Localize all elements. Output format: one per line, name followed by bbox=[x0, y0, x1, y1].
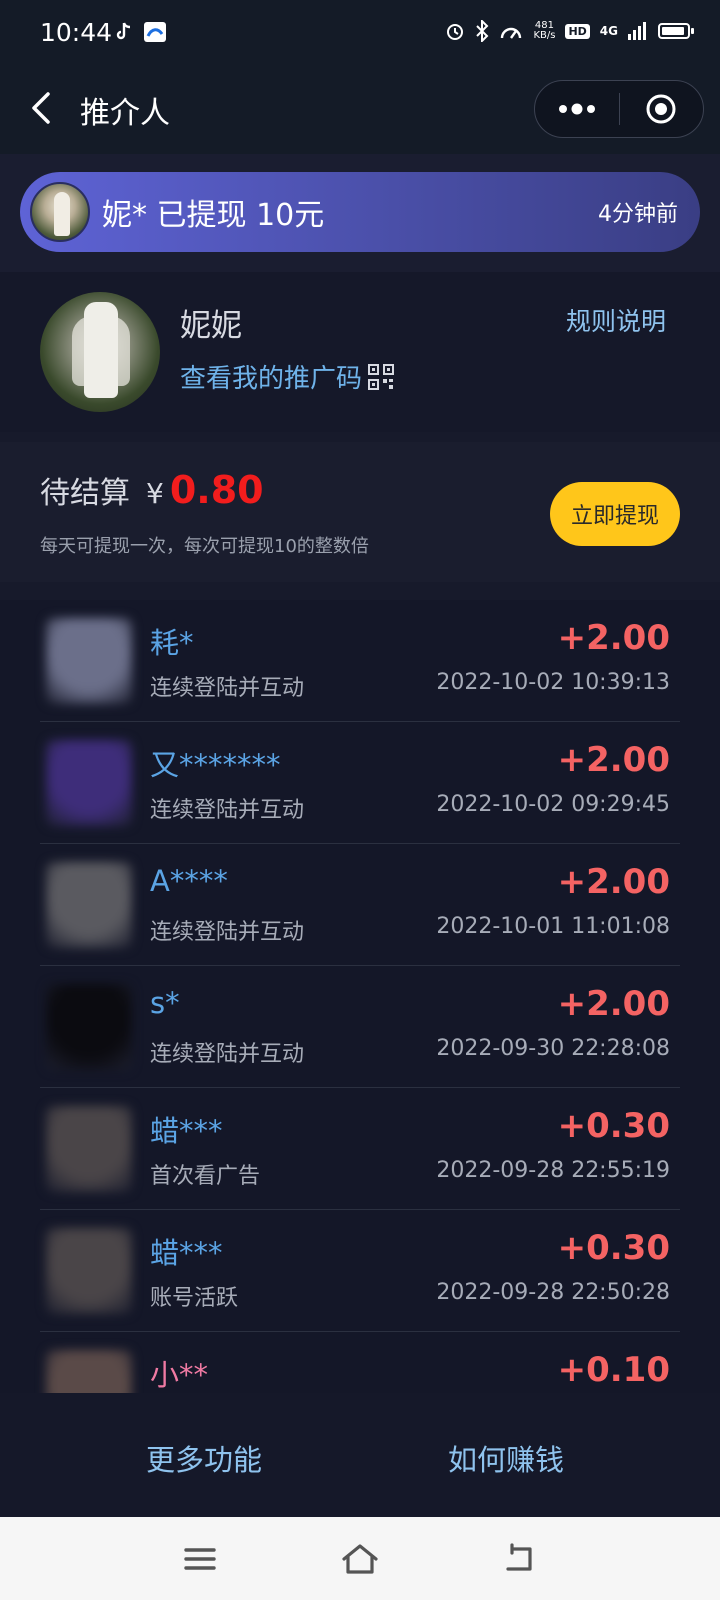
avatar bbox=[46, 1350, 132, 1393]
notice-avatar bbox=[30, 182, 90, 242]
record-amount: +2.00 bbox=[557, 862, 670, 902]
status-icons: 481 KB/s HD 4G bbox=[445, 20, 694, 42]
tiktok-icon bbox=[116, 22, 131, 40]
record-description: 连续登陆并互动 bbox=[150, 798, 305, 823]
record-user-name: 耗* bbox=[150, 626, 194, 660]
list-item[interactable]: 蜡*** 账号活跃 +0.30 2022-09-28 22:50:28 bbox=[40, 1210, 680, 1332]
net-speed: 481 KB/s bbox=[533, 20, 556, 41]
chevron-left-icon[interactable] bbox=[28, 90, 56, 126]
list-item[interactable]: 蜡*** 首次看广告 +0.30 2022-09-28 22:55:19 bbox=[40, 1088, 680, 1210]
bottom-links: 更多功能 如何赚钱 bbox=[0, 1393, 720, 1517]
profile-name: 妮妮 bbox=[180, 308, 242, 344]
record-time: 2022-10-02 09:29:45 bbox=[436, 792, 670, 817]
record-time: 2022-09-28 22:55:19 bbox=[436, 1158, 670, 1183]
earnings-list[interactable]: 耗* 连续登陆并互动 +2.00 2022-10-02 10:39:13 又******… bbox=[0, 600, 720, 1393]
status-time: 10:44 bbox=[40, 18, 113, 47]
rules-link[interactable]: 规则说明 bbox=[566, 302, 666, 338]
pending-balance: 待结算 ¥ 0.80 bbox=[40, 468, 264, 512]
record-time: 2022-10-01 11:01:08 bbox=[436, 914, 670, 939]
promo-link-label: 查看我的推广码 bbox=[180, 364, 363, 394]
notice-text: 妮* 已提现 10元 bbox=[102, 198, 325, 233]
list-item[interactable]: s* 连续登陆并互动 +2.00 2022-09-30 22:28:08 bbox=[40, 966, 680, 1088]
list-item[interactable]: 又******* 连续登陆并互动 +2.00 2022-10-02 09:29:45 bbox=[40, 722, 680, 844]
avatar bbox=[46, 862, 132, 948]
withdraw-notice-bar: 妮* 已提现 10元 4分钟前 bbox=[20, 172, 700, 252]
record-amount: +0.10 bbox=[557, 1350, 670, 1390]
close-mini-program-button[interactable] bbox=[620, 81, 704, 137]
record-time: 2022-10-02 10:39:13 bbox=[436, 670, 670, 695]
balance-label: 待结算 bbox=[40, 476, 130, 511]
record-amount: +0.30 bbox=[557, 1106, 670, 1146]
signal-icon bbox=[628, 22, 646, 40]
system-navigation-bar bbox=[0, 1517, 720, 1600]
withdraw-button[interactable]: 立即提现 bbox=[550, 482, 680, 546]
view-promo-code-link[interactable]: 查看我的推广码 bbox=[180, 358, 395, 395]
record-description: 连续登陆并互动 bbox=[150, 676, 305, 701]
list-item[interactable]: 耗* 连续登陆并互动 +2.00 2022-10-02 10:39:13 bbox=[40, 600, 680, 722]
home-icon[interactable] bbox=[340, 1541, 380, 1577]
list-item[interactable]: 小** +0.10 bbox=[40, 1332, 680, 1393]
qr-code-icon bbox=[368, 363, 395, 390]
list-item[interactable]: A**** 连续登陆并互动 +2.00 2022-10-01 11:01:08 bbox=[40, 844, 680, 966]
mini-program-capsule bbox=[534, 80, 704, 138]
more-features-link[interactable]: 更多功能 bbox=[146, 1437, 262, 1479]
menu-icon[interactable] bbox=[180, 1541, 220, 1577]
record-user-name: 又******* bbox=[150, 748, 281, 782]
bluetooth-icon bbox=[476, 20, 489, 42]
speed-gauge-icon bbox=[501, 27, 522, 39]
avatar bbox=[40, 292, 160, 412]
record-user-name: s* bbox=[150, 986, 180, 1020]
record-time: 2022-09-30 22:28:08 bbox=[436, 1036, 670, 1061]
record-user-name: 蜡*** bbox=[150, 1236, 223, 1270]
more-dots-icon bbox=[558, 103, 595, 115]
record-time: 2022-09-28 22:50:28 bbox=[436, 1280, 670, 1305]
how-to-earn-link[interactable]: 如何赚钱 bbox=[448, 1437, 564, 1479]
notice-section: 妮* 已提现 10元 4分钟前 bbox=[0, 154, 720, 272]
balance-card: 待结算 ¥ 0.80 每天可提现一次，每次可提现10的整数倍 立即提现 bbox=[0, 442, 720, 582]
withdraw-rule-note: 每天可提现一次，每次可提现10的整数倍 bbox=[40, 536, 369, 557]
record-user-name: 小** bbox=[150, 1358, 209, 1392]
avatar bbox=[46, 740, 132, 826]
record-amount: +2.00 bbox=[557, 740, 670, 780]
app-notification-icon bbox=[144, 22, 166, 42]
page-title: 推介人 bbox=[80, 96, 170, 131]
balance-amount: 0.80 bbox=[169, 468, 264, 512]
avatar bbox=[46, 1106, 132, 1192]
avatar bbox=[46, 1228, 132, 1314]
record-description: 账号活跃 bbox=[150, 1286, 239, 1311]
hd-badge: HD bbox=[565, 23, 590, 39]
record-description: 连续登陆并互动 bbox=[150, 1042, 305, 1067]
avatar bbox=[46, 618, 132, 704]
record-user-name: 蜡*** bbox=[150, 1114, 223, 1148]
notice-time: 4分钟前 bbox=[598, 202, 678, 227]
more-button[interactable] bbox=[535, 81, 619, 137]
network-type: 4G bbox=[599, 24, 618, 38]
alarm-icon bbox=[447, 24, 464, 40]
target-icon bbox=[646, 94, 676, 124]
record-user-name: A**** bbox=[150, 864, 228, 898]
record-amount: +2.00 bbox=[557, 618, 670, 658]
currency-symbol: ¥ bbox=[146, 477, 164, 510]
profile-card: 妮妮 查看我的推广码 规则说明 bbox=[0, 272, 720, 432]
status-bar: 10:44 481 KB/s HD 4G bbox=[0, 0, 720, 66]
record-amount: +0.30 bbox=[557, 1228, 670, 1268]
nav-bar: 推介人 bbox=[0, 66, 720, 154]
record-amount: +2.00 bbox=[557, 984, 670, 1024]
record-description: 连续登陆并互动 bbox=[150, 920, 305, 945]
avatar bbox=[46, 984, 132, 1070]
battery-icon bbox=[658, 23, 694, 39]
record-description: 首次看广告 bbox=[150, 1164, 261, 1189]
back-arrow-icon[interactable] bbox=[500, 1541, 540, 1577]
